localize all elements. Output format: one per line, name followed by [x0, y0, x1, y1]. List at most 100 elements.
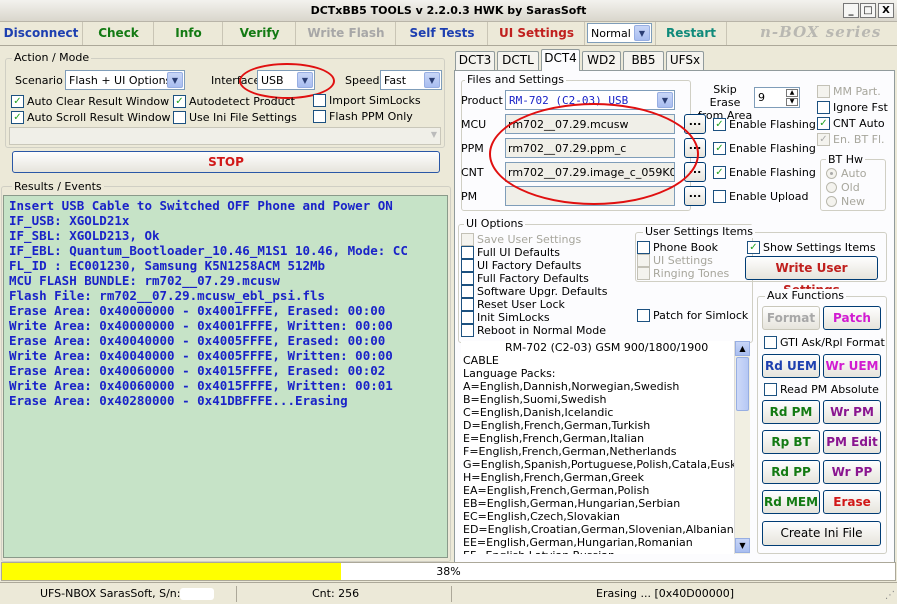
- mcu-enable-checkbox[interactable]: ✓: [713, 118, 726, 131]
- rd-uem-button[interactable]: Rd UEM: [762, 354, 820, 378]
- verify-button[interactable]: Verify: [224, 22, 296, 45]
- bt-auto-radio[interactable]: [826, 168, 837, 179]
- ignore-fst-checkbox[interactable]: [817, 101, 830, 114]
- write-flash-button[interactable]: Write Flash: [297, 22, 396, 45]
- speed-select[interactable]: Fast ▼: [380, 70, 442, 90]
- pm-upload-checkbox[interactable]: [713, 190, 726, 203]
- close-button[interactable]: X: [878, 3, 894, 18]
- info-text: RM-702 (C2-03) GSM 900/1800/1900 CABLE Lan…: [461, 341, 749, 554]
- import-simlocks-checkbox[interactable]: [313, 94, 326, 107]
- info-line: B=English,Suomi,Swedish: [463, 393, 607, 406]
- phone-book-checkbox[interactable]: [637, 241, 650, 254]
- tab-wd2[interactable]: WD2: [582, 51, 621, 70]
- autodetect-checkbox[interactable]: ✓: [173, 95, 186, 108]
- tab-dct3[interactable]: DCT3: [455, 51, 495, 70]
- bt-hw-title: BT Hw: [826, 153, 866, 166]
- auto-scroll-label: Auto Scroll Result Window: [27, 111, 171, 124]
- tab-ufsx[interactable]: UFSx: [666, 51, 704, 70]
- minimize-button[interactable]: _: [843, 3, 859, 18]
- info-line: F=English,French,German,Netherlands: [463, 445, 677, 458]
- ui-option-checkbox[interactable]: [461, 298, 474, 311]
- chevron-down-icon: ▼: [657, 92, 673, 108]
- speed-value: Fast: [384, 74, 407, 87]
- pm-edit-button[interactable]: PM Edit: [823, 430, 881, 454]
- write-user-settings-button[interactable]: Write User Settings: [745, 256, 878, 297]
- maximize-button[interactable]: □: [860, 3, 876, 18]
- scenario-label: Scenario: [15, 74, 63, 87]
- info-scrollbar[interactable]: ▲ ▼: [734, 341, 750, 554]
- use-ini-checkbox[interactable]: [173, 111, 186, 124]
- use-ini-label: Use Ini File Settings: [189, 111, 297, 124]
- rp-bt-button[interactable]: Rp BT: [762, 430, 820, 454]
- ui-settings-button[interactable]: UI Settings: [489, 22, 585, 45]
- flash-ppm-checkbox[interactable]: [313, 110, 326, 123]
- status-cnt: Cnt: 256: [312, 587, 360, 600]
- cnt-auto-checkbox[interactable]: ✓: [817, 117, 830, 130]
- ui-option-checkbox[interactable]: [461, 285, 474, 298]
- patch-simlock-label: Patch for Simlock: [653, 309, 749, 322]
- format-button[interactable]: Format: [762, 306, 820, 330]
- resize-grip-icon[interactable]: ⋰: [885, 590, 895, 601]
- info-line: H=English,French,German,Greek: [463, 471, 645, 484]
- mm-part-checkbox[interactable]: [817, 85, 830, 98]
- patch-simlock-checkbox[interactable]: [637, 309, 650, 322]
- erase-button[interactable]: Erase: [823, 490, 881, 514]
- ui-settings-checkbox[interactable]: [637, 254, 650, 267]
- bt-new-radio[interactable]: [826, 196, 837, 207]
- restart-button[interactable]: Restart: [655, 22, 727, 45]
- show-items-checkbox[interactable]: ✓: [747, 241, 760, 254]
- tab-bb5[interactable]: BB5: [623, 51, 664, 70]
- pm-browse-button[interactable]: ...: [684, 186, 706, 206]
- info-button[interactable]: Info: [155, 22, 223, 45]
- ignore-fst-label: Ignore Fst: [833, 101, 888, 114]
- en-bt-checkbox[interactable]: ✓: [817, 133, 830, 146]
- create-ini-button[interactable]: Create Ini File: [762, 521, 881, 546]
- bt-old-radio[interactable]: [826, 182, 837, 193]
- scroll-up-icon[interactable]: ▲: [735, 341, 750, 356]
- rd-pp-button[interactable]: Rd PP: [762, 460, 820, 484]
- spin-up-icon[interactable]: ▲: [786, 89, 798, 97]
- ppm-enable-checkbox[interactable]: ✓: [713, 142, 726, 155]
- results-log: Insert USB Cable to Switched OFF Phone a…: [3, 195, 448, 558]
- info-line: A=English,Dannish,Norwegian,Swedish: [463, 380, 680, 393]
- wr-pp-button[interactable]: Wr PP: [823, 460, 881, 484]
- window-title: DCTxBB5 TOOLS v 2.2.0.3 HWK by SarasSoft: [310, 4, 587, 17]
- patch-button[interactable]: Patch: [823, 306, 881, 330]
- ui-option-checkbox[interactable]: [461, 233, 474, 246]
- mcu-enable-label: Enable Flashing: [729, 118, 816, 131]
- mode-select[interactable]: Normal ▼: [587, 23, 652, 43]
- skip-erase-spinner[interactable]: 9 ▲ ▼: [754, 87, 800, 108]
- wr-pm-button[interactable]: Wr PM: [823, 400, 881, 424]
- phone-book-label: Phone Book: [653, 241, 718, 254]
- read-pm-absolute-checkbox[interactable]: [764, 383, 777, 396]
- wr-uem-button[interactable]: Wr UEM: [823, 354, 881, 378]
- ui-option-checkbox[interactable]: [461, 324, 474, 337]
- stop-button[interactable]: STOP: [12, 151, 440, 173]
- ui-option-checkbox[interactable]: [461, 311, 474, 324]
- ui-option-checkbox[interactable]: [461, 272, 474, 285]
- auto-clear-checkbox[interactable]: ✓: [11, 95, 24, 108]
- cnt-enable-checkbox[interactable]: ✓: [713, 166, 726, 179]
- tab-dctl[interactable]: DCTL: [497, 51, 539, 70]
- ui-option-checkbox[interactable]: [461, 259, 474, 272]
- info-line: EA=English,French,German,Polish: [463, 484, 650, 497]
- ringing-tones-checkbox[interactable]: [637, 267, 650, 280]
- auto-scroll-checkbox[interactable]: ✓: [11, 111, 24, 124]
- log-line: MCU FLASH BUNDLE: rm702__07.29.mcusw: [9, 273, 280, 288]
- ui-option-checkbox[interactable]: [461, 246, 474, 259]
- rd-pm-button[interactable]: Rd PM: [762, 400, 820, 424]
- info-line: EB=English,German,Hungarian,Serbian: [463, 497, 681, 510]
- scroll-down-icon[interactable]: ▼: [735, 538, 750, 553]
- tab-dct4[interactable]: DCT4: [541, 49, 580, 71]
- rd-mem-button[interactable]: Rd MEM: [762, 490, 820, 514]
- gti-checkbox[interactable]: [764, 336, 777, 349]
- ui-option-label: Reboot in Normal Mode: [477, 324, 606, 337]
- check-button[interactable]: Check: [84, 22, 154, 45]
- self-tests-button[interactable]: Self Tests: [397, 22, 488, 45]
- spin-down-icon[interactable]: ▼: [786, 98, 798, 106]
- scroll-thumb[interactable]: [736, 357, 749, 411]
- scenario-select[interactable]: Flash + UI Options ▼: [65, 70, 185, 90]
- bt-new-label: New: [841, 195, 865, 208]
- ui-option-label: Software Upgr. Defaults: [477, 285, 608, 298]
- disconnect-button[interactable]: Disconnect: [0, 22, 83, 45]
